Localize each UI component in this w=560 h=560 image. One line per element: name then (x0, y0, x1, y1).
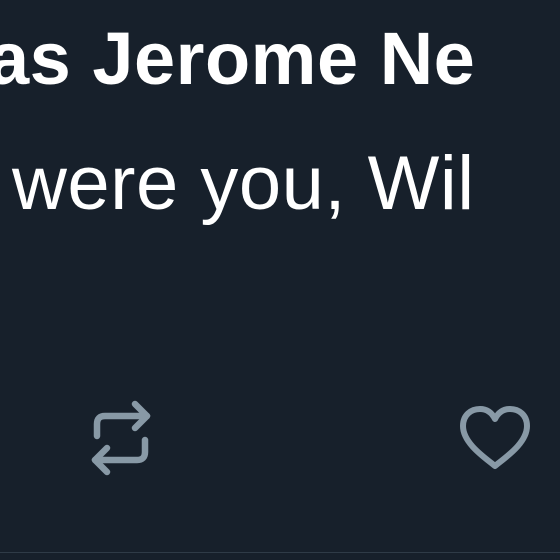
tweet-text: were you, Wil (12, 141, 475, 226)
like-button[interactable] (452, 396, 538, 480)
tweet-card: as Jerome Ne were you, Wil (0, 0, 560, 560)
tweet-author-name[interactable]: as Jerome Ne (0, 22, 475, 96)
retweet-button[interactable] (78, 396, 164, 480)
retweet-icon (85, 400, 157, 476)
heart-icon (457, 404, 533, 472)
divider (0, 552, 560, 553)
